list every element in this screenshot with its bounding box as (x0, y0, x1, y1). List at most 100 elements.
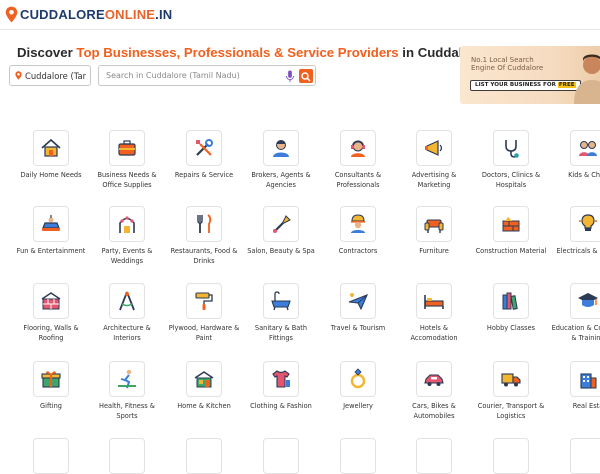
category-icon-box (263, 283, 299, 319)
headline-highlight: Top Businesses, Professionals & Service … (76, 45, 399, 60)
top-header: CUDDALOREONLINE.IN (0, 0, 600, 30)
clothing-icon (272, 370, 290, 388)
category-label: Brokers, Agents & Agencies (251, 171, 311, 189)
bathtub-icon (271, 291, 291, 311)
category-icon-box (416, 206, 452, 242)
category-label: Health, Fitness & Sports (99, 402, 155, 420)
promo-title: No.1 Local Search Engine Of Cuddalore (471, 56, 544, 72)
category-label: Contractors (338, 247, 378, 255)
education-icon (578, 293, 598, 307)
category-icon-box (186, 130, 222, 166)
kitchen-icon (194, 371, 214, 388)
category-icon-box (340, 438, 376, 474)
category-icon-box (340, 130, 376, 166)
wall-icon (41, 292, 61, 310)
ring-icon (350, 368, 366, 389)
location-value: Cuddalore (Tar (25, 70, 87, 81)
category-label: Party, Events & Weddings (101, 247, 153, 265)
agent-icon (273, 140, 289, 157)
category-icon-box (263, 438, 299, 474)
category-icon-box (33, 130, 69, 166)
category-icon-box (109, 130, 145, 166)
worker-icon (351, 214, 365, 233)
category-icon-box (109, 361, 145, 397)
category-icon-box (186, 438, 222, 474)
logo-main-text: CUDDALORE (20, 7, 105, 22)
category-label: Architecture & Interiors (103, 324, 151, 342)
truck-icon (501, 373, 521, 387)
category-icon-box (33, 283, 69, 319)
books-icon (502, 292, 518, 310)
page-headline: Discover Top Businesses, Professionals &… (17, 45, 514, 60)
logo-tld-text: .IN (155, 7, 173, 22)
megaphone-icon (425, 140, 443, 156)
category-icon-box (493, 283, 529, 319)
bulb-icon (579, 214, 597, 231)
fitness-icon (118, 369, 136, 389)
paint-roller-icon (195, 292, 213, 310)
logo-accent-text: ONLINE (104, 7, 156, 22)
category-icon-box (416, 130, 452, 166)
category-icon-box (263, 361, 299, 397)
category-icon-box (263, 206, 299, 242)
category-label: Kids & Child (568, 171, 600, 179)
category-label: Furniture (419, 247, 449, 255)
category-label: Advertising & Marketing (411, 171, 457, 189)
category-grid: Daily Home Needs Business Needs & Office … (0, 108, 600, 474)
promo-banner[interactable]: No.1 Local Search Engine Of Cuddalore LI… (460, 46, 600, 104)
cutlery-icon (197, 214, 212, 233)
category-label: Hotels & Accomodation (410, 324, 458, 342)
category-label: Daily Home Needs (20, 171, 82, 179)
bricks-icon (502, 217, 520, 232)
category-label: Hobby Classes (486, 324, 536, 332)
location-selector[interactable]: Cuddalore (Tar (9, 65, 91, 86)
compass-icon (119, 291, 135, 311)
category-icon-box (263, 130, 299, 166)
location-marker-icon (15, 71, 22, 80)
category-icon-box (340, 283, 376, 319)
bed-icon (424, 295, 444, 309)
search-placeholder: Search in Cuddalore (Tamil Nadu) (106, 71, 240, 80)
category-label: Education & Coaching & Training (551, 324, 600, 342)
plane-icon (348, 293, 369, 311)
gift-icon (41, 371, 61, 388)
category-label: Repairs & Service (174, 171, 234, 179)
category-label: Business Needs & Office Supplies (97, 171, 157, 189)
category-label: Electricals & Lights (556, 247, 600, 255)
headline-pre: Discover (17, 45, 77, 60)
building-icon (580, 373, 597, 389)
category-icon-box (493, 361, 529, 397)
site-logo[interactable]: CUDDALOREONLINE.IN (5, 6, 172, 23)
category-icon-box (33, 361, 69, 397)
list-business-label: LIST YOUR BUSINESS FOR (475, 82, 558, 88)
category-label: Real Esta (572, 402, 600, 410)
category-label: Courier, Transport & Logistics (477, 402, 545, 420)
category-icon-box (186, 206, 222, 242)
category-icon-box (33, 206, 69, 242)
category-icon-box (186, 361, 222, 397)
category-label: Gifting (40, 402, 62, 410)
microphone-icon[interactable] (285, 70, 295, 83)
category-icon-box (570, 130, 600, 166)
hero-section: Discover Top Businesses, Professionals &… (0, 30, 600, 108)
category-label: Cars, Bikes & Automobiles (412, 402, 456, 420)
category-icon-box (570, 283, 600, 319)
category-label: Salon, Beauty & Spa (247, 247, 315, 255)
category-icon-box (186, 283, 222, 319)
category-icon-box (340, 206, 376, 242)
category-label: Sanitary & Bath Fittings (254, 324, 308, 342)
search-input[interactable]: Search in Cuddalore (Tamil Nadu) (98, 65, 316, 86)
category-icon-box (570, 206, 600, 242)
search-icon (301, 72, 311, 82)
category-label: Fun & Entertainment (16, 247, 86, 255)
category-icon-box (493, 438, 529, 474)
category-label: Consultants & Professionals (334, 171, 382, 189)
category-icon-box (109, 438, 145, 474)
sofa-icon (424, 219, 444, 233)
search-button[interactable] (299, 69, 313, 83)
category-icon-box (570, 361, 600, 397)
category-icon-box (416, 438, 452, 474)
kids-icon (579, 141, 597, 156)
list-business-button[interactable]: LIST YOUR BUSINESS FOR FREE (470, 80, 581, 91)
category-icon-box (340, 361, 376, 397)
